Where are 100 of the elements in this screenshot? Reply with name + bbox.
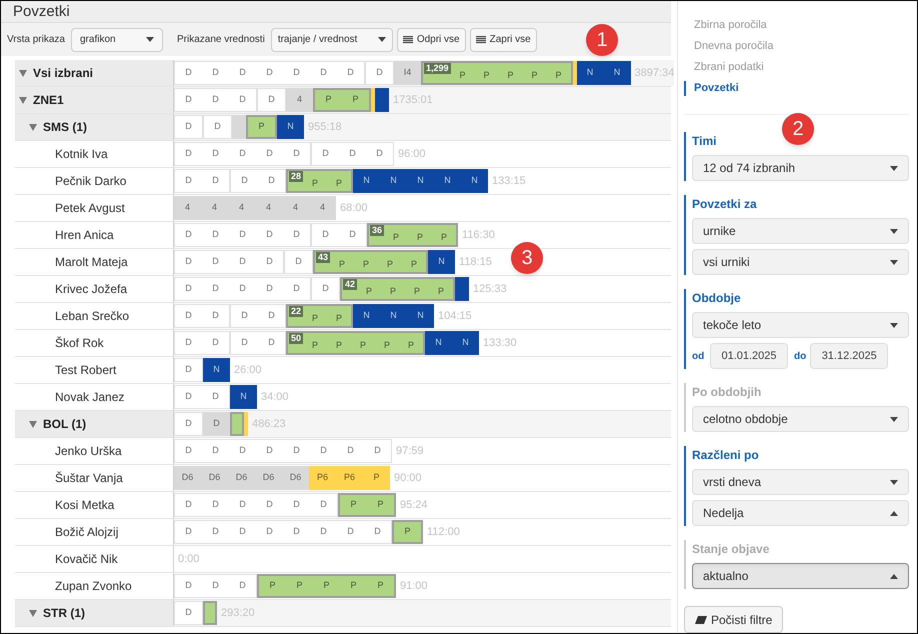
day-code: D: [348, 147, 357, 160]
day-code: D: [240, 174, 249, 188]
day-code: D: [265, 147, 274, 160]
day-code: D: [184, 120, 193, 134]
day-code: P: [410, 258, 418, 270]
day-code: D: [211, 66, 220, 80]
filter-select[interactable]: 12 od 74 izbranih: [692, 155, 909, 181]
day-code: P: [383, 338, 392, 352]
day-code: D6: [180, 471, 194, 484]
filter-label: Timi: [692, 133, 718, 150]
total-hours: 133:30: [483, 336, 517, 351]
day-code: D: [184, 282, 193, 296]
total-hours: 26:00: [234, 362, 262, 378]
day-code: D: [265, 66, 274, 80]
day-code: D: [238, 228, 247, 242]
filter-select[interactable]: vrsti dneva: [692, 469, 909, 495]
day-code: D: [321, 282, 330, 296]
date-label: od: [692, 350, 706, 364]
tree-row-label[interactable]: Vsi izbrani: [15, 60, 174, 86]
filter-select[interactable]: aktualno: [692, 563, 909, 589]
date-field[interactable]: 01.01.2025: [710, 343, 788, 369]
day-code: D: [184, 309, 193, 322]
filter-select[interactable]: vsi urniki: [692, 249, 909, 275]
day-code: D: [211, 147, 220, 160]
filter-select[interactable]: urnike: [692, 218, 909, 244]
day-code: D: [184, 579, 193, 592]
date-field[interactable]: 31.12.2025: [810, 343, 888, 369]
nav-link[interactable]: Povzetki: [684, 81, 909, 96]
total-hours: 68:00: [340, 200, 368, 216]
day-code: D: [267, 174, 276, 188]
day-code: D: [184, 444, 193, 458]
day-code: D: [238, 498, 247, 512]
expanded-triangle-icon[interactable]: [29, 609, 37, 617]
filter-select[interactable]: Nedelja: [692, 500, 909, 526]
tree-row-label[interactable]: STR (1): [15, 600, 174, 626]
clear-filters-button[interactable]: Počisti filtre: [684, 606, 784, 633]
filter-select[interactable]: tekoče leto: [692, 312, 909, 338]
day-code: P: [311, 338, 320, 352]
day-code: D: [346, 66, 355, 80]
day-code: D: [184, 147, 193, 160]
day-code: P: [335, 312, 344, 324]
day-code: D: [321, 147, 330, 160]
total-hours: 112:00: [427, 524, 460, 540]
tree-row-label[interactable]: ZNE1: [15, 87, 174, 113]
expanded-triangle-icon[interactable]: [29, 123, 37, 131]
day-code: P: [376, 579, 384, 592]
count-badge: 1,299: [424, 63, 451, 74]
total-hours: 0:00: [178, 552, 200, 567]
day-code: P: [506, 68, 515, 82]
day-code: D: [265, 228, 274, 242]
list-icon: [476, 36, 486, 44]
day-code: D: [265, 255, 274, 268]
day-code: D: [184, 525, 193, 538]
eraser-icon: [695, 616, 707, 624]
total-hours: 104:15: [438, 308, 472, 324]
day-code: N: [612, 66, 622, 80]
day-code: D: [292, 444, 301, 458]
expanded-triangle-icon[interactable]: [19, 69, 27, 77]
filter-select[interactable]: celotno obdobje: [692, 406, 909, 432]
page-title: Povzetki: [1, 1, 671, 23]
day-code: P: [407, 338, 416, 352]
day-code: N: [286, 120, 295, 134]
day-code: D6: [234, 471, 248, 484]
day-code: D: [292, 66, 301, 80]
day-code: D: [211, 579, 220, 592]
day-code: D: [292, 525, 301, 538]
display-type-select[interactable]: grafikon: [70, 28, 163, 52]
day-code: D: [211, 525, 220, 538]
toolbar-button[interactable]: Zapri vse: [470, 28, 537, 52]
day-code: D: [346, 444, 355, 458]
day-code: D: [184, 228, 193, 242]
day-code: P: [351, 93, 360, 106]
day-code: D: [346, 525, 355, 538]
day-code: D: [213, 120, 222, 134]
tree-row-label[interactable]: BOL (1): [15, 411, 174, 437]
day-code: P: [389, 284, 398, 298]
day-code: P: [359, 338, 368, 352]
shown-values-select[interactable]: trajanje / vrednost: [270, 28, 393, 52]
day-code: P: [311, 176, 320, 190]
day-code: D: [211, 174, 220, 188]
day-code: D: [265, 444, 274, 458]
day-code: N: [416, 309, 425, 322]
day-code: N: [437, 255, 446, 268]
day-code: D: [211, 228, 220, 242]
day-code: P: [416, 230, 424, 244]
day-code: D: [211, 498, 220, 512]
toolbar-button[interactable]: Odpri vse: [396, 28, 466, 52]
day-code: 4: [296, 93, 303, 106]
tree-row-label[interactable]: SMS (1): [15, 114, 174, 140]
day-code: D: [238, 255, 247, 268]
total-hours: 118:15: [459, 254, 492, 270]
day-code: N: [443, 174, 452, 188]
day-code: D: [319, 525, 328, 538]
day-code: P: [349, 579, 358, 592]
day-code: D: [240, 309, 249, 322]
day-code: D: [319, 444, 328, 458]
expanded-triangle-icon[interactable]: [19, 96, 27, 104]
expanded-triangle-icon[interactable]: [29, 420, 37, 428]
day-code: D: [184, 93, 193, 106]
day-code: D: [184, 66, 193, 80]
